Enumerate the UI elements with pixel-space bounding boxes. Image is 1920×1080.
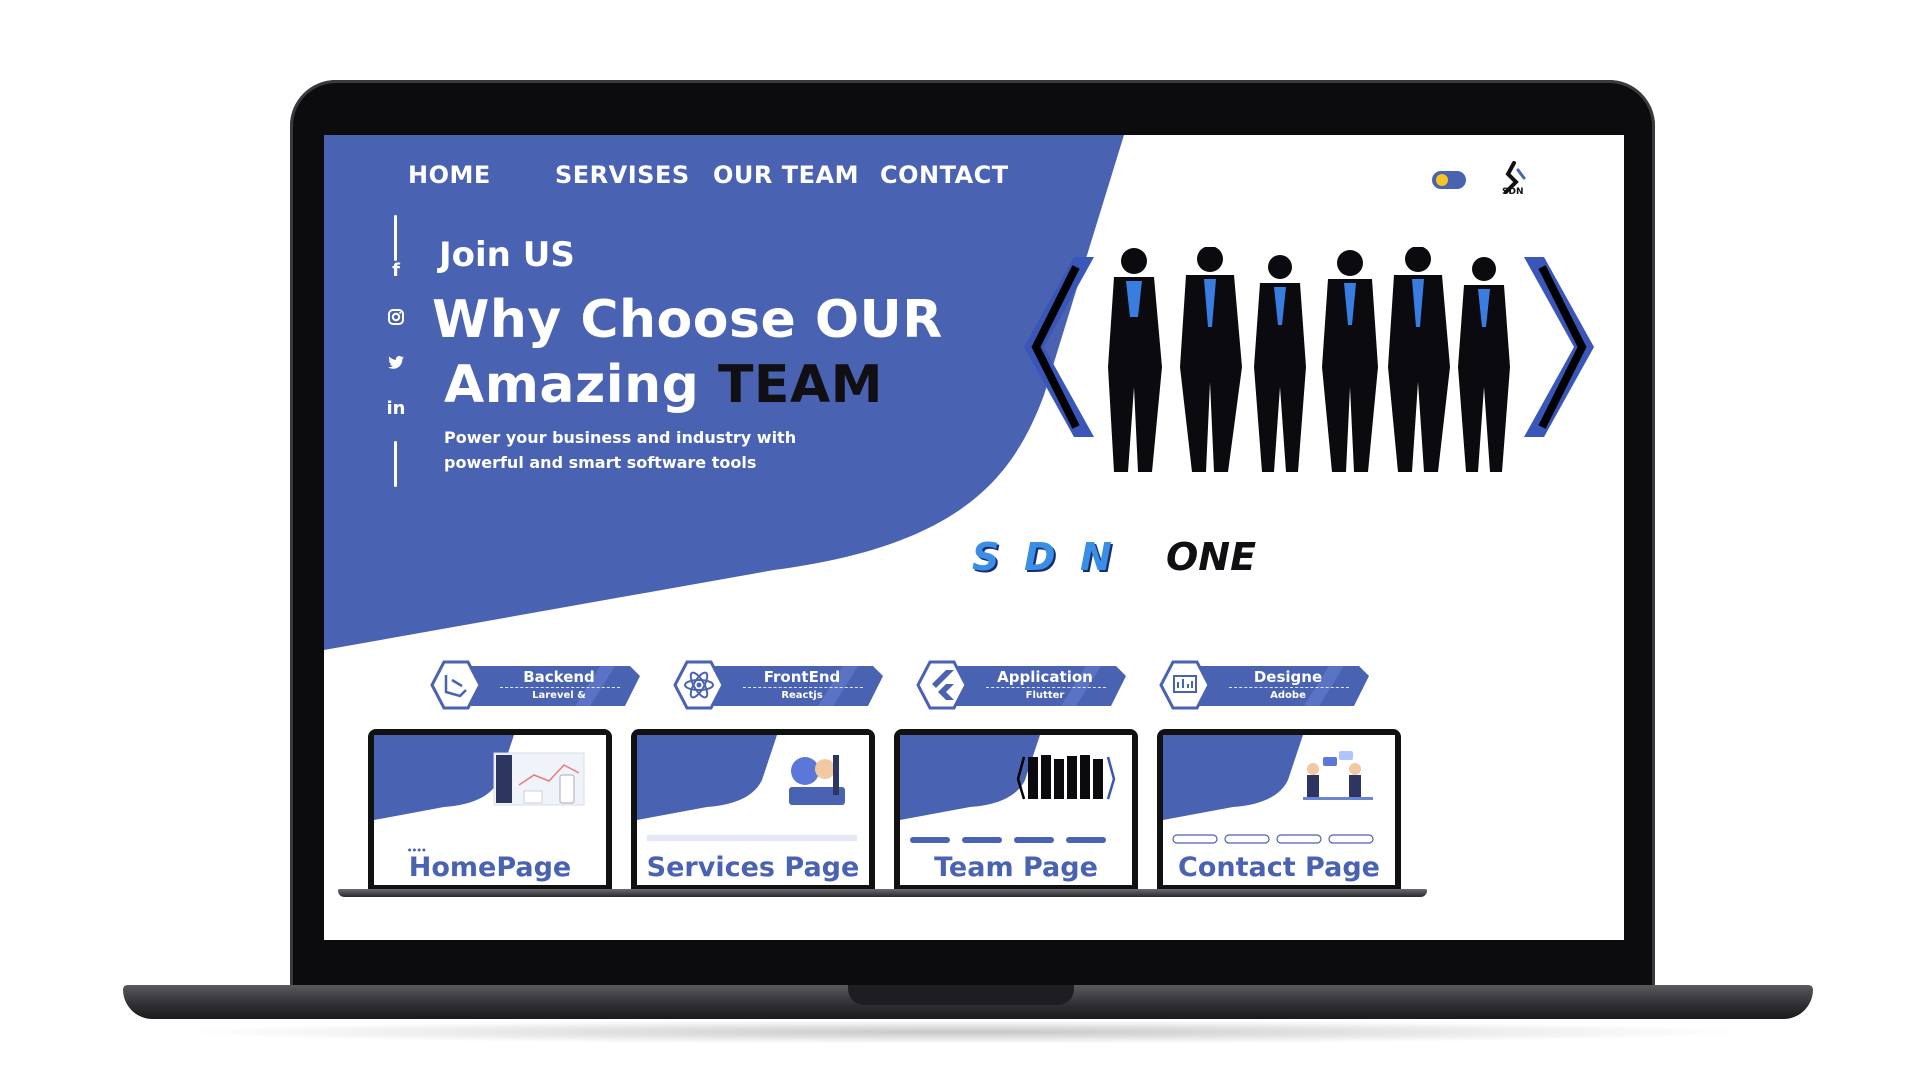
moon-icon xyxy=(1436,174,1448,186)
laptop-screen: HOME SERVISES OUR TEAM CONTACT SDN f in … xyxy=(324,135,1624,940)
badge-subtitle: Adobe xyxy=(1270,690,1306,701)
mini-screen: Services Page xyxy=(637,735,869,885)
theme-toggle[interactable] xyxy=(1432,171,1466,189)
badge-frontend[interactable]: FrontEnd Reactjs xyxy=(673,660,883,710)
preview-label: Services Page xyxy=(637,852,869,883)
brand-letter-d: D xyxy=(1024,535,1056,579)
badge-title: Application xyxy=(997,668,1093,686)
social-divider-bottom xyxy=(394,441,397,487)
preview-contact-page[interactable]: Contact Page xyxy=(1127,729,1427,907)
brand-letter-s: S xyxy=(972,535,1000,579)
badge-divider xyxy=(500,687,620,688)
logo-text: SDN xyxy=(1502,187,1524,197)
badge-application[interactable]: Application Flutter xyxy=(916,660,1126,710)
hero-eyebrow: Join US xyxy=(439,235,575,275)
laptop-shadow xyxy=(170,1020,1760,1044)
preview-label: Team Page xyxy=(900,852,1132,883)
brand-letter-n: N xyxy=(1080,535,1112,579)
preview-homepage[interactable]: ● ● ● ● HomePage xyxy=(338,729,638,907)
hero-subtitle: Power your business and industry with po… xyxy=(444,428,797,472)
preview-label: HomePage xyxy=(374,852,606,883)
hero-headline-line1: Why Choose OUR xyxy=(432,290,943,350)
react-icon xyxy=(673,660,725,710)
badge-title: Designe xyxy=(1253,668,1323,686)
preview-team-page[interactable]: Team Page xyxy=(864,729,1164,907)
nav-our-team[interactable]: OUR TEAM xyxy=(713,161,859,189)
nav-home[interactable]: HOME xyxy=(408,161,491,189)
brand-word-one: ONE xyxy=(1166,535,1257,579)
preview-services-page[interactable]: Services Page xyxy=(601,729,901,907)
badge-subtitle: Reactjs xyxy=(781,690,823,701)
linkedin-icon[interactable]: in xyxy=(384,397,408,421)
facebook-icon[interactable]: f xyxy=(384,259,408,283)
badge-divider xyxy=(1229,687,1349,688)
instagram-icon[interactable] xyxy=(384,305,408,329)
badge-subtitle: Larevel & xyxy=(532,690,586,701)
mini-screen: ● ● ● ● HomePage xyxy=(374,735,606,885)
preview-label: Contact Page xyxy=(1163,852,1395,883)
mini-laptop-base xyxy=(601,889,901,897)
headline-amazing: Amazing xyxy=(444,355,718,415)
mini-screen: Team Page xyxy=(900,735,1132,885)
twitter-icon[interactable] xyxy=(384,351,408,375)
mini-laptop-base xyxy=(338,889,638,897)
flutter-icon xyxy=(916,660,968,710)
badge-divider xyxy=(743,687,863,688)
badge-divider xyxy=(986,687,1106,688)
badge-backend[interactable]: Backend Larevel & xyxy=(430,660,640,710)
social-divider-top xyxy=(394,215,397,261)
badge-title: FrontEnd xyxy=(763,668,841,686)
mini-laptop-base xyxy=(1127,889,1427,897)
nav-services[interactable]: SERVISES xyxy=(555,161,690,189)
design-icon xyxy=(1159,660,1211,710)
laravel-icon xyxy=(430,660,482,710)
nav-contact[interactable]: CONTACT xyxy=(880,161,1009,189)
badge-title: Backend xyxy=(523,668,595,686)
team-silhouette-illustration xyxy=(1024,247,1594,472)
badge-designe[interactable]: Designe Adobe xyxy=(1159,660,1369,710)
mini-screen: Contact Page xyxy=(1163,735,1395,885)
headline-team: TEAM xyxy=(717,355,883,415)
badge-subtitle: Flutter xyxy=(1025,690,1065,701)
laptop-notch xyxy=(848,985,1074,1005)
mini-laptop-base xyxy=(864,889,1164,897)
hero-headline-line2: Amazing TEAM xyxy=(444,355,883,415)
